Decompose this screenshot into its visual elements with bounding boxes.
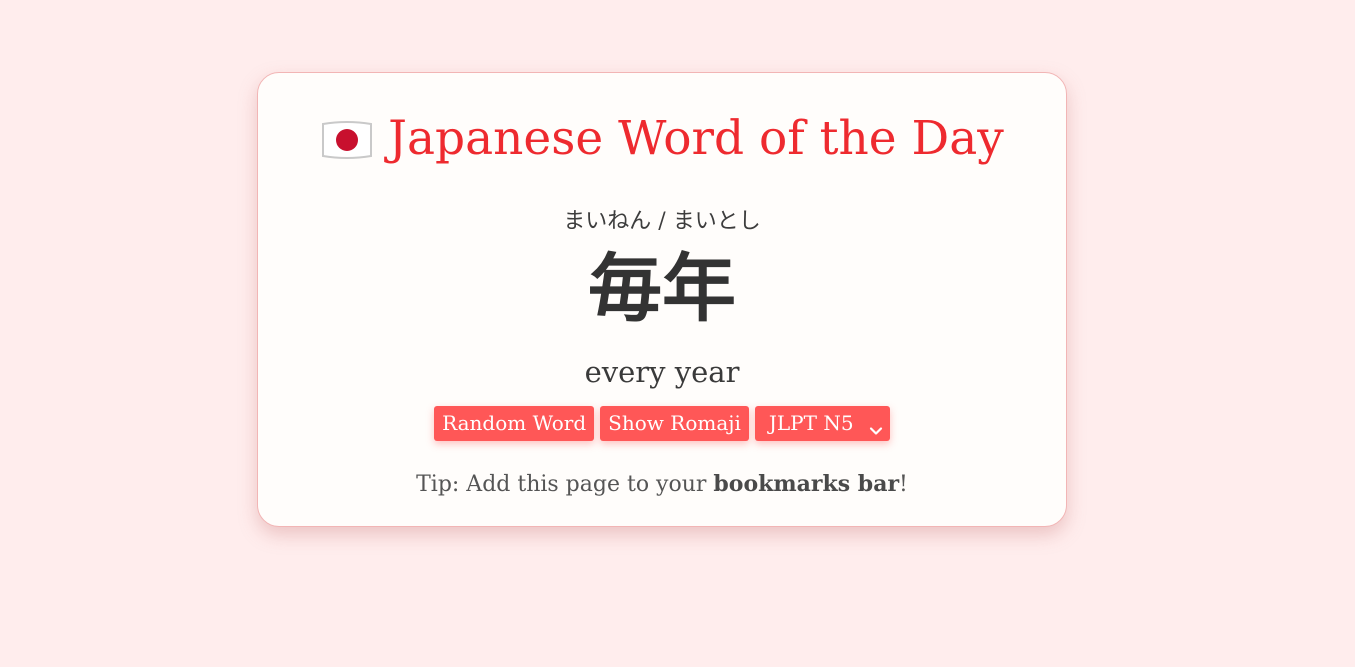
word-kanji: 毎年	[588, 246, 736, 332]
controls-bar: Random Word Show Romaji JLPT N5	[258, 406, 1066, 441]
japan-flag-icon	[320, 117, 374, 159]
tip-bold: bookmarks bar	[713, 471, 900, 497]
word-card: Japanese Word of the Day まいねん / まいとし 毎年 …	[257, 72, 1067, 527]
jlpt-level-select[interactable]: JLPT N5	[754, 406, 890, 441]
jlpt-level-value: JLPT N5	[768, 411, 854, 435]
page-title: Japanese Word of the Day	[258, 111, 1066, 167]
chevron-down-icon	[868, 415, 884, 435]
show-romaji-button[interactable]: Show Romaji	[600, 406, 749, 441]
random-word-button[interactable]: Random Word	[434, 406, 595, 441]
tip-suffix: !	[899, 472, 908, 497]
word-reading: まいねん / まいとし	[563, 209, 761, 234]
tip-prefix: Tip: Add this page to your	[416, 472, 714, 497]
tip-text: Tip: Add this page to your bookmarks bar…	[258, 469, 1066, 500]
page-title-text: Japanese Word of the Day	[388, 111, 1004, 166]
word-meaning: every year	[584, 355, 740, 389]
